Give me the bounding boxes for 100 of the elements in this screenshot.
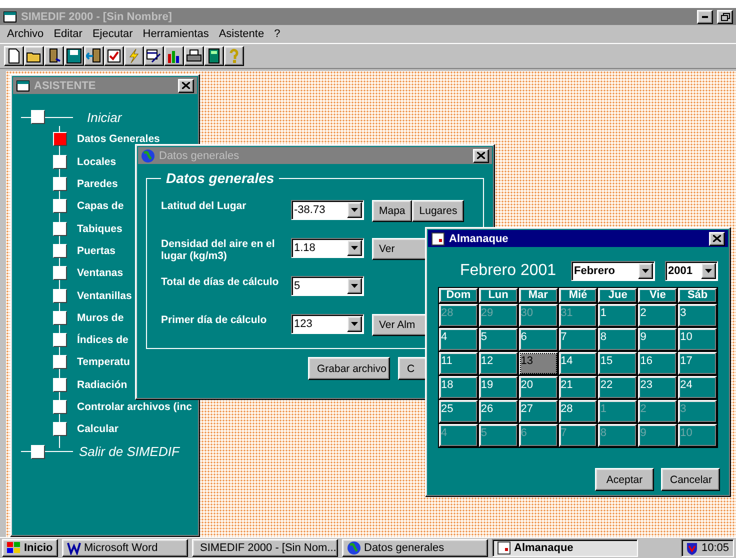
step-node[interactable]: [53, 266, 67, 280]
step-item[interactable]: Controlar archivos (inc: [77, 401, 192, 413]
toolbar-button[interactable]: [4, 46, 24, 66]
toolbar-button[interactable]: [144, 46, 164, 66]
minimize-button[interactable]: [697, 10, 713, 24]
day-cell[interactable]: 4: [439, 328, 478, 351]
day-cell[interactable]: 16: [638, 352, 678, 375]
day-cell[interactable]: 3: [678, 304, 717, 327]
step-item[interactable]: Tabiques: [77, 222, 122, 235]
dialog-button[interactable]: Aceptar: [595, 468, 654, 491]
step-node[interactable]: [53, 355, 67, 370]
toolbar-button[interactable]: [184, 46, 204, 66]
close-button[interactable]: [178, 78, 194, 92]
day-cell[interactable]: 2: [638, 304, 678, 327]
step-item[interactable]: Calcular: [77, 423, 118, 436]
step-item[interactable]: Ventanas: [77, 267, 124, 280]
day-cell[interactable]: 21: [558, 376, 598, 399]
menu-item[interactable]: Ejecutar: [87, 28, 138, 40]
step-item[interactable]: Ventanillas: [77, 290, 132, 302]
combo-box[interactable]: 5: [291, 276, 364, 296]
combo-box[interactable]: 123: [291, 314, 364, 334]
menu-item[interactable]: Herramientas: [138, 28, 214, 40]
dialog-button[interactable]: Mapa: [372, 200, 412, 222]
toolbar-button[interactable]: [24, 46, 44, 66]
menu-item[interactable]: Archivo: [2, 28, 49, 40]
day-cell[interactable]: 8: [598, 328, 638, 351]
toolbar-button[interactable]: [204, 46, 224, 66]
step-node[interactable]: [53, 422, 67, 436]
step-item[interactable]: Índices de: [77, 334, 128, 346]
month-dropdown[interactable]: Febrero: [571, 261, 655, 281]
combo-box[interactable]: -38.73: [291, 200, 364, 220]
step-node[interactable]: [53, 132, 67, 146]
toolbar-button[interactable]: [224, 46, 244, 66]
toolbar-button[interactable]: [84, 46, 104, 66]
dialog-button[interactable]: Cancelar: [661, 468, 720, 491]
day-cell[interactable]: 11: [439, 352, 478, 375]
day-cell[interactable]: 24: [678, 376, 717, 399]
step-node[interactable]: [53, 177, 67, 192]
tree-item[interactable]: Salir de SIMEDIF: [79, 444, 180, 460]
day-cell[interactable]: 19: [478, 376, 518, 399]
day-cell[interactable]: 7: [558, 328, 598, 351]
step-item[interactable]: Radiación: [77, 378, 128, 391]
day-cell[interactable]: 26: [478, 400, 518, 423]
step-node[interactable]: [53, 333, 67, 348]
step-item[interactable]: Locales: [77, 156, 116, 168]
day-cell[interactable]: 22: [598, 376, 638, 399]
day-cell[interactable]: 6: [518, 328, 558, 351]
step-item[interactable]: Datos Generales: [77, 133, 160, 146]
menu-item[interactable]: ?: [269, 28, 286, 40]
day-cell[interactable]: 5: [478, 328, 518, 351]
weekday-header: Jue: [598, 288, 638, 303]
day-cell[interactable]: 25: [439, 400, 478, 423]
year-dropdown[interactable]: 2001: [665, 261, 718, 281]
toolbar-button[interactable]: [104, 46, 124, 66]
toolbar-button[interactable]: [164, 46, 184, 66]
toolbar-button[interactable]: [124, 46, 144, 66]
dialog-button[interactable]: Grabar archivo: [308, 357, 390, 380]
taskbar-button[interactable]: Microsoft Word: [62, 539, 188, 557]
dialog-button[interactable]: Lugares: [412, 200, 464, 222]
step-item[interactable]: Puertas: [77, 244, 116, 257]
step-node[interactable]: [53, 199, 67, 214]
step-item[interactable]: Capas de: [77, 200, 124, 212]
step-item[interactable]: Muros de: [77, 312, 124, 324]
day-cell[interactable]: 13: [518, 352, 558, 375]
toolbar-button[interactable]: [64, 46, 84, 66]
day-cell[interactable]: 15: [598, 352, 638, 375]
day-cell[interactable]: 12: [478, 352, 518, 375]
combo-box[interactable]: 1.18: [291, 238, 364, 258]
taskbar-button[interactable]: Almanaque: [492, 539, 638, 557]
step-item[interactable]: Temperatu: [77, 356, 130, 368]
restore-button[interactable]: [717, 10, 733, 24]
toolbar-button[interactable]: [44, 46, 64, 66]
step-node[interactable]: [53, 154, 67, 169]
day-cell[interactable]: 18: [439, 376, 478, 399]
day-cell[interactable]: 27: [518, 400, 558, 423]
day-cell[interactable]: 20: [518, 376, 558, 399]
day-cell[interactable]: 1: [598, 304, 638, 327]
day-cell[interactable]: 17: [678, 352, 717, 375]
menu-item[interactable]: Asistente: [214, 28, 270, 40]
day-cell[interactable]: 9: [638, 328, 678, 351]
taskbar-button[interactable]: SIMEDIF 2000 - [Sin Nom...: [192, 539, 338, 557]
tree-node[interactable]: [31, 444, 45, 459]
day-cell[interactable]: 23: [638, 376, 678, 399]
close-button[interactable]: [709, 232, 725, 246]
tree-node[interactable]: [31, 110, 45, 124]
step-node[interactable]: [53, 288, 67, 303]
step-node[interactable]: [53, 222, 67, 236]
step-node[interactable]: [53, 378, 67, 392]
tree-item[interactable]: Iniciar: [87, 110, 122, 125]
taskbar-button[interactable]: Datos generales: [342, 539, 488, 557]
step-node[interactable]: [53, 400, 67, 414]
start-button[interactable]: Inicio: [2, 539, 58, 557]
step-node[interactable]: [53, 310, 67, 325]
step-node[interactable]: [53, 244, 67, 258]
close-button[interactable]: [473, 148, 489, 162]
day-cell[interactable]: 14: [558, 352, 598, 375]
day-cell[interactable]: 10: [678, 328, 717, 351]
day-cell[interactable]: 28: [558, 400, 598, 423]
step-item[interactable]: Paredes: [77, 178, 118, 190]
menu-item[interactable]: Editar: [48, 28, 88, 40]
